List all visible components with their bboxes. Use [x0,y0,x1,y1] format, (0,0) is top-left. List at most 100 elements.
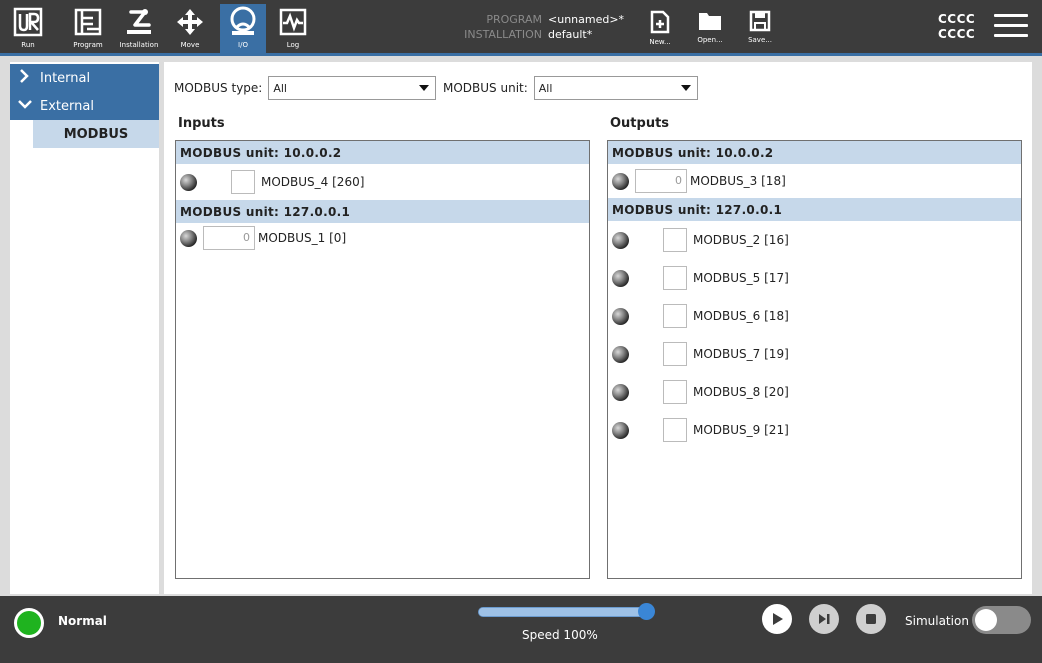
robot-arm-icon [123,4,155,40]
io-row: MODBUS_4 [260] [176,164,589,200]
modbus-type-value: All [273,81,287,95]
program-info: PROGRAM <unnamed>* INSTALLATION default* [460,12,630,42]
move-arrows-icon [175,4,205,40]
io-row: MODBUS_7 [19] [608,335,1021,373]
step-button[interactable] [809,604,839,634]
simulation-label: Simulation [905,614,969,628]
io-name: MODBUS_4 [260] [261,175,365,189]
new-button[interactable]: New... [640,10,680,46]
output-toggle[interactable] [663,342,687,366]
speed-slider-handle[interactable] [638,603,655,620]
output-toggle[interactable] [663,228,687,252]
nav-installation[interactable]: Installation [116,4,162,54]
save-label: Save... [748,36,772,44]
play-icon [773,613,783,625]
user-line-2: CCCC [938,27,976,41]
group-header: MODBUS unit: 10.0.0.2 [608,141,1021,164]
nav-log[interactable]: Log [274,4,312,54]
dropdown-arrow-icon [419,85,430,91]
nav-run[interactable]: Run [8,4,48,54]
output-toggle[interactable] [663,418,687,442]
io-row: MODBUS_5 [17] [608,259,1021,297]
output-toggle[interactable] [663,266,687,290]
log-waveform-icon [279,4,307,40]
outputs-title: Outputs [610,116,670,131]
io-row: MODBUS_2 [16] [608,221,1021,259]
simulation-toggle-knob [975,609,997,631]
nav-program[interactable]: Program [66,4,110,54]
status-led-icon [612,269,629,287]
program-tree-icon [73,4,103,40]
io-row: MODBUS_6 [18] [608,297,1021,335]
register-value-field[interactable]: 0 [635,169,687,193]
robot-status-icon[interactable] [14,608,44,638]
chevron-right-icon [18,69,34,87]
nav-log-label: Log [286,41,300,49]
main-panel: MODBUS type: All MODBUS unit: All Inputs… [164,62,1032,594]
sidebar-item-external-label: External [40,98,94,114]
open-label: Open... [697,36,723,44]
nav-io[interactable]: I/O [220,4,266,54]
io-name: MODBUS_6 [18] [693,309,789,323]
folder-icon [699,13,721,30]
io-row: MODBUS_9 [21] [608,411,1021,449]
save-button[interactable]: Save... [740,10,780,44]
sidebar: Internal External MODBUS [10,62,159,594]
status-led-icon [180,229,197,247]
bottom-bar: Normal Speed 100% Simulation [0,596,1042,663]
inputs-panel: MODBUS unit: 10.0.0.2 MODBUS_4 [260] MOD… [175,140,590,579]
modbus-type-filter: MODBUS type: All [174,76,437,100]
sidebar-item-internal[interactable]: Internal [10,64,159,92]
simulation-toggle[interactable] [972,606,1031,634]
input-checkbox [231,170,255,194]
nav-move[interactable]: Move [170,4,210,54]
register-value: 0 [203,226,255,250]
modbus-type-select[interactable]: All [268,76,437,100]
dropdown-arrow-icon [680,85,691,91]
modbus-type-label: MODBUS type: [174,81,263,95]
outputs-panel: MODBUS unit: 10.0.0.2 0 MODBUS_3 [18] MO… [607,140,1022,579]
user-line-1: CCCC [938,12,976,26]
program-key: PROGRAM [486,13,542,26]
sidebar-item-modbus-label: MODBUS [63,126,129,142]
group-header: MODBUS unit: 10.0.0.2 [176,141,589,164]
status-led-icon [612,421,629,439]
speed-label: Speed 100% [522,628,598,642]
speed-slider-track[interactable] [478,607,648,617]
stop-icon [866,614,876,624]
open-button[interactable]: Open... [690,10,730,44]
nav-io-label: I/O [238,41,248,49]
nav-installation-label: Installation [119,41,159,49]
io-name: MODBUS_3 [18] [690,174,786,188]
output-toggle[interactable] [663,304,687,328]
io-name: MODBUS_7 [19] [693,347,789,361]
modbus-unit-value: All [538,81,553,95]
save-disk-icon [749,10,771,32]
sidebar-item-modbus[interactable]: MODBUS [33,120,159,148]
play-button[interactable] [762,604,792,634]
nav-program-label: Program [73,41,103,49]
status-led-icon [612,172,629,190]
new-label: New... [649,38,671,46]
robot-status-text: Normal [58,614,107,628]
stop-button[interactable] [856,604,886,634]
io-row: 0 MODBUS_3 [18] [608,164,1021,198]
io-name: MODBUS_1 [0] [258,231,347,245]
output-toggle[interactable] [663,380,687,404]
io-icon [226,4,260,40]
modbus-unit-label: MODBUS unit: [443,81,528,95]
nav-run-label: Run [21,41,35,49]
io-name: MODBUS_9 [21] [693,423,789,437]
program-value: <unnamed>* [548,13,625,26]
sidebar-item-external[interactable]: External [10,92,159,120]
user-info[interactable]: CCCC CCCC [938,12,975,42]
status-led-icon [180,173,197,191]
modbus-unit-select[interactable]: All [533,76,698,100]
group-header: MODBUS unit: 127.0.0.1 [608,198,1021,221]
io-name: MODBUS_8 [20] [693,385,789,399]
sidebar-item-internal-label: Internal [40,70,91,86]
nav-move-label: Move [180,41,200,49]
ur-logo-icon [13,4,43,40]
installation-value: default* [548,28,593,41]
hamburger-menu-icon[interactable] [994,14,1028,40]
